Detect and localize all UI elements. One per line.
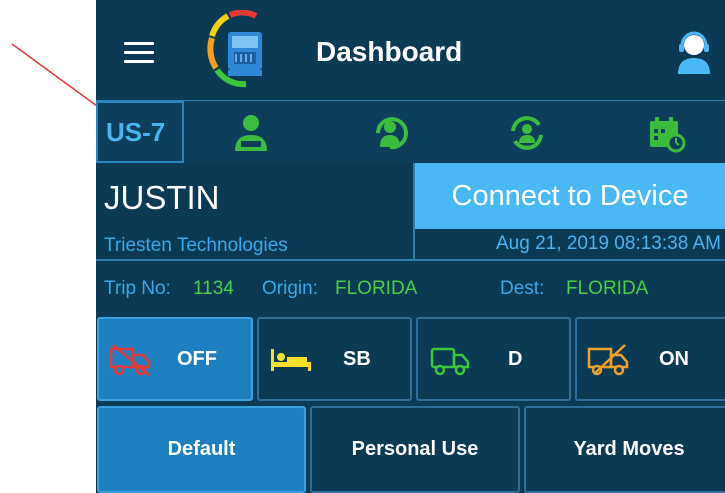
status-off-button[interactable]: OFF [97, 317, 253, 401]
trip-number: 1134 [193, 278, 234, 299]
trip-label: Trip No: [104, 278, 171, 299]
dest-value: FLORIDA [566, 278, 649, 299]
sleeper-bed-icon [271, 349, 311, 371]
status-d-label: D [508, 348, 523, 370]
status-on-button[interactable]: ON [575, 317, 725, 401]
status-on-label: ON [659, 348, 689, 370]
eld-app: Dashboard US-7 JUSTIN Triesten Technolog… [96, 0, 725, 493]
driver-name: JUSTIN [104, 179, 220, 216]
dest-label: Dest: [500, 278, 545, 299]
support-agent-icon[interactable] [674, 30, 714, 74]
status-sb-button[interactable]: SB [257, 317, 412, 401]
truck-on-duty-icon [587, 344, 629, 376]
status-bar: US-7 [96, 100, 725, 164]
company-name: Triesten Technologies [104, 235, 288, 256]
mode-personal-use-button[interactable]: Personal Use [310, 406, 520, 493]
calendar-clock-icon[interactable] [646, 113, 686, 153]
hamburger-menu-icon[interactable] [124, 42, 154, 64]
page-title: Dashboard [316, 36, 463, 67]
truck-driving-icon [430, 347, 470, 376]
origin-label: Origin: [262, 278, 318, 299]
origin-value: FLORIDA [335, 278, 418, 299]
trip-info: Trip No: 1134 Origin: FLORIDA Dest: FLOR… [96, 261, 725, 311]
status-d-button[interactable]: D [416, 317, 571, 401]
truck-off-icon [109, 344, 151, 376]
switch-driver-icon[interactable] [507, 113, 547, 153]
status-sb-label: SB [343, 348, 371, 370]
mode-yard-moves-button[interactable]: Yard Moves [524, 406, 725, 493]
connect-to-device-button[interactable]: Connect to Device [415, 163, 725, 229]
driver-panel: JUSTIN Triesten Technologies [96, 163, 415, 259]
mode-default-button[interactable]: Default [97, 406, 306, 493]
app-header: Dashboard [96, 0, 725, 100]
current-datetime: Aug 21, 2019 08:13:38 AM [495, 233, 721, 254]
status-off-label: OFF [177, 348, 217, 370]
unit-label[interactable]: US-7 [96, 101, 184, 163]
driver-icon[interactable] [231, 113, 271, 153]
truck-logo-icon [207, 10, 262, 88]
co-driver-icon[interactable] [370, 113, 410, 153]
